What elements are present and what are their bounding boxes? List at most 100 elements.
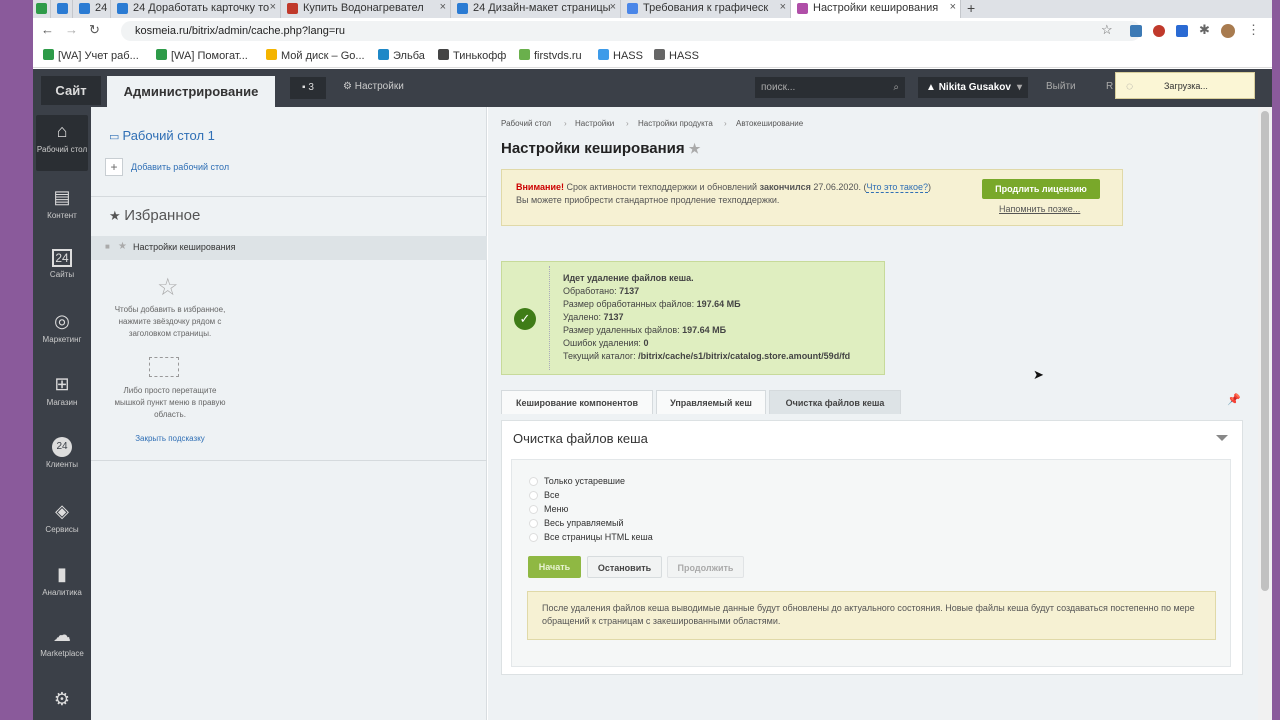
tab-close-icon[interactable]: ×	[610, 1, 616, 13]
radio-html-cache[interactable]: Все страницы HTML кеша	[529, 532, 653, 542]
tab-3[interactable]: 24 Дизайн-макет страницы ×	[451, 0, 621, 18]
nav-shop[interactable]: ⊞ Магазин	[36, 374, 88, 407]
bookmark-item[interactable]: Мой диск – Go...	[266, 49, 365, 62]
divider	[549, 266, 550, 370]
nav-analytics[interactable]: ▮ Аналитика	[36, 564, 88, 597]
nav-clients[interactable]: 24 Клиенты	[36, 437, 88, 469]
avatar[interactable]	[1221, 24, 1235, 38]
add-desktop-link[interactable]: Добавить рабочий стол	[131, 162, 229, 172]
tab-2[interactable]: Купить Водонагревател ×	[281, 0, 451, 18]
tab-pinned-2[interactable]	[51, 0, 73, 18]
bookmark-star-icon[interactable]: ☆	[1101, 22, 1113, 38]
nav-settings[interactable]: ⚙	[36, 689, 88, 713]
star-icon[interactable]: ★	[689, 141, 701, 156]
bookmark-label: HASS	[669, 50, 699, 62]
start-button[interactable]: Начать	[528, 556, 581, 578]
reload-icon[interactable]: ↻	[89, 22, 100, 38]
radio-outdated[interactable]: Только устаревшие	[529, 476, 625, 486]
menu-icon[interactable]: ⋮	[1247, 22, 1260, 38]
radio-button[interactable]	[529, 477, 538, 486]
tab-close-icon[interactable]: ×	[440, 1, 446, 13]
warning-text-2: Вы можете приобрести стандартное продлен…	[516, 195, 780, 205]
nav-marketing[interactable]: ◎ Маркетинг	[36, 311, 88, 344]
url-bar[interactable]: kosmeia.ru/bitrix/admin/cache.php?lang=r…	[121, 21, 1141, 41]
nav-label: Клиенты	[45, 460, 79, 469]
add-desktop-icon[interactable]: +	[105, 158, 123, 176]
status-value: 7137	[603, 312, 624, 322]
breadcrumb-item[interactable]: Настройки	[575, 119, 614, 128]
radio-button[interactable]	[529, 519, 538, 528]
url-text: kosmeia.ru/bitrix/admin/cache.php?lang=r…	[135, 25, 346, 37]
admin-topbar: Сайт Администрирование ▪ 3 ⚙ Настройки п…	[33, 69, 1272, 107]
tab-close-icon[interactable]: ×	[780, 1, 786, 13]
star-icon[interactable]: ★	[118, 241, 127, 252]
favorite-item[interactable]: ■ ★ Настройки кеширования	[91, 236, 487, 260]
tab-managed-cache[interactable]: Управляемый кеш	[656, 390, 766, 414]
logout-link[interactable]: Выйти	[1046, 81, 1076, 92]
tab-close-icon[interactable]: ×	[950, 1, 956, 13]
search-input[interactable]: поиск... ⌕	[755, 77, 905, 98]
what-is-this-link[interactable]: Что это такое?	[866, 182, 928, 193]
admin-tab[interactable]: Администрирование	[107, 76, 275, 107]
breadcrumb-item[interactable]: Настройки продукта	[638, 119, 713, 128]
tab-component-cache[interactable]: Кеширование компонентов	[501, 390, 653, 414]
extension-icon[interactable]	[1176, 25, 1188, 37]
bookmark-icon	[156, 49, 167, 60]
extension-icon[interactable]	[1130, 25, 1142, 37]
nav-desktop[interactable]: ⌂ Рабочий стол	[36, 115, 88, 171]
scrollbar[interactable]	[1258, 107, 1272, 720]
scrollbar-thumb[interactable]	[1261, 111, 1269, 591]
bookmark-item[interactable]: HASS	[598, 49, 643, 62]
new-tab-button[interactable]: +	[967, 0, 975, 16]
bookmark-item[interactable]: [WA] Помогат...	[156, 49, 248, 62]
radio-all[interactable]: Все	[529, 490, 560, 500]
radio-menu[interactable]: Меню	[529, 504, 568, 514]
bookmark-item[interactable]: firstvds.ru	[519, 49, 582, 62]
search-icon[interactable]: ⌕	[893, 77, 899, 98]
chevron-down-icon[interactable]	[1216, 435, 1228, 441]
radio-button[interactable]	[529, 491, 538, 500]
prolong-license-button[interactable]: Продлить лицензию	[982, 179, 1100, 199]
back-icon[interactable]: ←	[41, 22, 54, 37]
nav-sites[interactable]: 24 Сайты	[36, 249, 88, 279]
nav-services[interactable]: ◈ Сервисы	[36, 501, 88, 534]
tab-1[interactable]: 24 Доработать карточку то ×	[111, 0, 281, 18]
nav-label: Магазин	[46, 398, 78, 407]
notifications-button[interactable]: ▪ 3	[290, 77, 326, 99]
remind-later-link[interactable]: Напомнить позже...	[999, 203, 1080, 216]
puzzle-icon[interactable]: ✱	[1199, 22, 1210, 38]
nav-marketplace[interactable]: ☁ Marketplace	[36, 625, 88, 658]
bookmark-item[interactable]: HASS	[654, 49, 699, 62]
nav-content[interactable]: ▤ Контент	[36, 187, 88, 220]
tab-close-icon[interactable]: ×	[270, 1, 276, 13]
notifications-count: 3	[308, 82, 314, 93]
tab-0[interactable]: 24	[73, 0, 111, 18]
radio-button[interactable]	[529, 505, 538, 514]
pin-icon[interactable]: 📌	[1227, 393, 1241, 406]
status-label: Обработано:	[563, 286, 617, 296]
language-switch[interactable]: R	[1106, 81, 1113, 92]
radio-button[interactable]	[529, 533, 538, 542]
close-hint-link[interactable]: Закрыть подсказку	[111, 434, 229, 443]
bookmark-item[interactable]: [WA] Учет раб...	[43, 49, 139, 62]
tab-clear-cache-files[interactable]: Очистка файлов кеша	[769, 390, 901, 414]
radio-label: Все страницы HTML кеша	[544, 532, 653, 542]
breadcrumb-item[interactable]: Рабочий стол	[501, 119, 551, 128]
extension-icon[interactable]	[1153, 25, 1165, 37]
tab-5-active[interactable]: Настройки кеширования ×	[791, 0, 961, 18]
bookmark-item[interactable]: Эльба	[378, 49, 425, 62]
radio-managed[interactable]: Весь управляемый	[529, 518, 623, 528]
cursor-icon: ➤	[1033, 367, 1044, 382]
tab-4[interactable]: Требования к графическ ×	[621, 0, 791, 18]
stop-button[interactable]: Остановить	[587, 556, 662, 578]
continue-button[interactable]: Продолжить	[667, 556, 744, 578]
forward-icon[interactable]: →	[65, 22, 78, 37]
user-menu[interactable]: ▲ Nikita Gusakov ▾	[918, 77, 1028, 98]
chevron-down-icon[interactable]: ▾	[1017, 77, 1022, 98]
breadcrumb-item[interactable]: Автокеширование	[736, 119, 803, 128]
settings-link[interactable]: ⚙ Настройки	[343, 81, 404, 92]
tab-pinned[interactable]	[33, 0, 51, 18]
desktop-title[interactable]: ▭ Рабочий стол 1	[109, 128, 215, 143]
site-tab[interactable]: Сайт	[41, 76, 101, 105]
bookmark-item[interactable]: Тинькофф	[438, 49, 506, 62]
